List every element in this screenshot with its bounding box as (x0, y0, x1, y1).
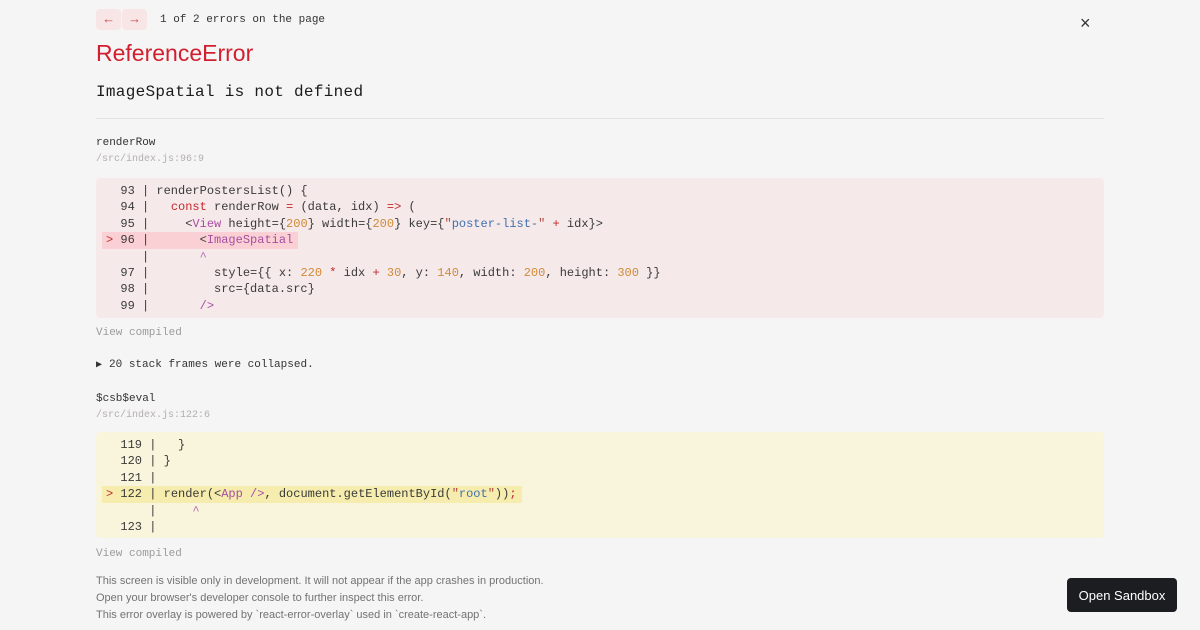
footer-note: This screen is visible only in developme… (96, 573, 544, 623)
divider (96, 118, 1104, 119)
footer-line: This error overlay is powered by `react-… (96, 608, 487, 621)
react-error-overlay: ← → 1 of 2 errors on the page × Referenc… (0, 0, 1200, 630)
error-navigation-bar: ← → 1 of 2 errors on the page (96, 9, 325, 30)
stack-frame-location: /src/index.js:122:6 (96, 410, 211, 421)
previous-error-button[interactable]: ← (96, 9, 121, 30)
error-type-title: ReferenceError (96, 40, 254, 66)
open-sandbox-button[interactable]: Open Sandbox (1067, 578, 1177, 612)
source-code-frame: 119 | } 120 | } 121 | > 122 | render(<App… (96, 432, 1104, 538)
collapsed-stack-frames-toggle[interactable]: ▶ 20 stack frames were collapsed. (96, 359, 314, 371)
view-compiled-link[interactable]: View compiled (96, 548, 182, 560)
stack-frame-function-name: renderRow (96, 137, 156, 149)
error-counter: 1 of 2 errors on the page (160, 13, 326, 26)
error-message: ImageSpatial is not defined (96, 83, 364, 101)
triangle-right-icon: ▶ (96, 360, 103, 371)
stack-frame-function-name: $csb$eval (96, 393, 156, 405)
footer-line: This screen is visible only in developme… (96, 575, 544, 587)
collapsed-stack-frames-label: 20 stack frames were collapsed. (109, 359, 314, 371)
source-code-frame: 93 | renderPostersList() { 94 | const re… (96, 178, 1104, 318)
close-icon[interactable]: × (1078, 12, 1093, 34)
stack-frame-location: /src/index.js:96:9 (96, 154, 205, 165)
next-error-button[interactable]: → (122, 9, 147, 30)
footer-line: Open your browser's developer console to… (96, 591, 424, 604)
view-compiled-link[interactable]: View compiled (96, 327, 182, 339)
